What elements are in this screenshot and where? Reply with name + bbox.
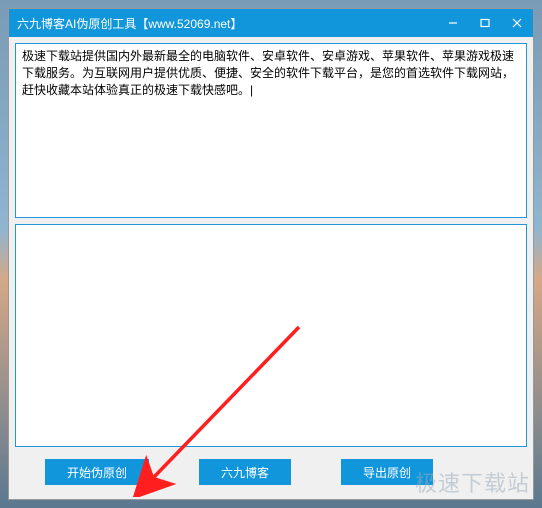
close-button[interactable] xyxy=(501,9,533,37)
titlebar: 六九博客AI伪原创工具【www.52069.net】 xyxy=(9,9,533,37)
window-title: 六九博客AI伪原创工具【www.52069.net】 xyxy=(17,15,437,32)
window-controls xyxy=(437,9,533,37)
maximize-button[interactable] xyxy=(469,9,501,37)
minimize-button[interactable] xyxy=(437,9,469,37)
blog-button[interactable]: 六九博客 xyxy=(199,459,291,485)
input-textarea[interactable]: 极速下载站提供国内外最新最全的电脑软件、安卓软件、安卓游戏、苹果软件、苹果游戏极… xyxy=(15,43,527,218)
export-button[interactable]: 导出原创 xyxy=(341,459,433,485)
button-row: 开始伪原创 六九博客 导出原创 xyxy=(15,453,527,493)
content-area: 极速下载站提供国内外最新最全的电脑软件、安卓软件、安卓游戏、苹果软件、苹果游戏极… xyxy=(9,37,533,499)
output-textarea[interactable] xyxy=(15,224,527,447)
app-window: 六九博客AI伪原创工具【www.52069.net】 极速下载站提供国内外最新最… xyxy=(8,8,534,500)
start-button[interactable]: 开始伪原创 xyxy=(45,459,149,485)
